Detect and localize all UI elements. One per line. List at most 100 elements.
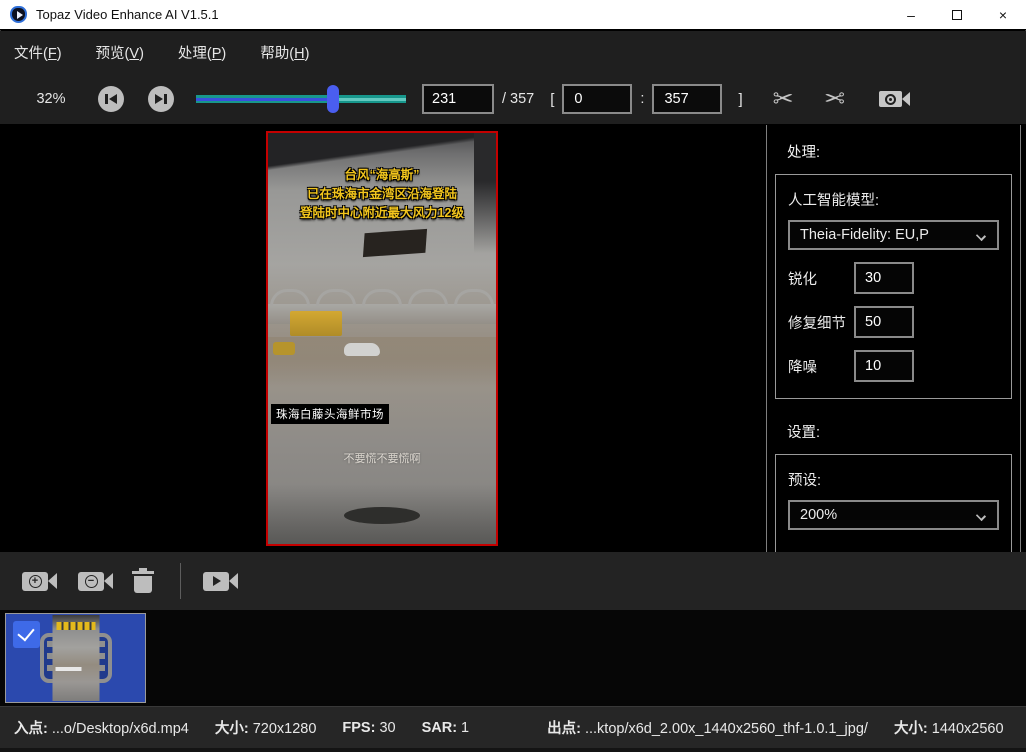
ai-model-groupbox: 人工智能模型: Theia-Fidelity: EU,P 锐化 修复细节 降噪	[775, 174, 1012, 399]
menu-help-key: H	[294, 46, 304, 62]
status-fps: FPS:30	[342, 720, 395, 736]
video-hanging-box	[363, 229, 427, 257]
caption-line-1: 台风“海高斯”	[268, 166, 496, 185]
minimize-button[interactable]: –	[888, 0, 934, 29]
preset-label: 预设:	[788, 469, 999, 490]
preview-camera-button[interactable]	[879, 91, 902, 107]
preset-groupbox: 预设: 200% 裁剪以填充帧	[775, 454, 1012, 552]
total-frames-label: / 357	[502, 91, 534, 107]
slider-remaining-line	[333, 98, 407, 101]
trim-out-scissors-icon[interactable]: ✂	[824, 87, 845, 112]
process-video-button[interactable]	[203, 572, 229, 591]
video-caption-top: 台风“海高斯” 已在珠海市金湾区沿海登陆 登陆时中心附近最大风力12级	[268, 166, 496, 222]
status-bar: 入点:...o/Desktop/x6d.mp4 大小:720x1280 FPS:…	[0, 706, 1026, 748]
menu-help[interactable]: 帮助(H)	[260, 42, 309, 63]
maximize-button[interactable]	[934, 0, 980, 29]
trim-in-scissors-icon[interactable]: ✂	[773, 87, 794, 112]
skip-to-end-icon	[155, 94, 167, 104]
app-window: Topaz Video Enhance AI V1.5.1 – × 文件(F) …	[0, 0, 1026, 752]
remove-video-button[interactable]: −	[78, 572, 104, 591]
video-caption-tag: 珠海白藤头海鲜市场	[271, 404, 389, 424]
caption-line-2: 已在珠海市金湾区沿海登陆	[268, 185, 496, 204]
toolbar: 32% / 357 [ : ] ✂ ✂	[0, 74, 1026, 124]
menu-preview[interactable]: 预览(V)	[96, 42, 144, 63]
eye-icon	[885, 94, 896, 105]
thumbnail-strip	[0, 610, 1026, 706]
menu-help-post: )	[305, 46, 310, 62]
timeline-slider[interactable]	[196, 86, 406, 112]
menu-file[interactable]: 文件(F)	[14, 42, 62, 63]
menu-file-post: )	[57, 46, 62, 62]
header: 文件(F) 预览(V) 处理(P) 帮助(H) 32% / 357 [ :	[0, 31, 1026, 124]
menu-preview-key: V	[129, 46, 139, 62]
thumbnail-checkbox[interactable]	[13, 621, 40, 648]
status-sar: SAR:1	[422, 720, 470, 736]
trim-start-input[interactable]	[562, 84, 632, 114]
status-out-size: 大小:1440x2560	[894, 717, 1004, 738]
menu-process-pre: 处理(	[178, 46, 212, 62]
status-in-point: 入点:...o/Desktop/x6d.mp4	[14, 717, 189, 738]
current-frame-input[interactable]	[422, 84, 494, 114]
ai-model-value: Theia-Fidelity: EU,P	[800, 227, 929, 243]
video-yellow-sign	[290, 311, 342, 336]
menu-process-post: )	[221, 46, 226, 62]
toolbar-divider	[180, 563, 181, 599]
remove-video-camera-icon: −	[78, 572, 104, 591]
zoom-level-label: 32%	[28, 91, 74, 107]
settings-heading: 设置:	[787, 421, 1020, 442]
process-video-camera-icon	[203, 572, 229, 591]
menu-help-pre: 帮助(	[260, 46, 294, 62]
batch-toolbar: + −	[0, 552, 1026, 610]
sharpen-input[interactable]	[854, 262, 914, 294]
chevron-down-icon	[976, 231, 986, 241]
menu-bar: 文件(F) 预览(V) 处理(P) 帮助(H)	[0, 31, 1026, 74]
video-preview[interactable]: 台风“海高斯” 已在珠海市金湾区沿海登陆 登陆时中心附近最大风力12级 珠海白藤…	[266, 131, 498, 546]
caption-line-3: 登陆时中心附近最大风力12级	[268, 204, 496, 223]
chevron-down-icon	[976, 511, 986, 521]
ai-model-label: 人工智能模型:	[788, 189, 999, 210]
slider-handle[interactable]	[327, 85, 339, 113]
trim-bracket-open: [	[550, 91, 554, 108]
window-bottom-edge	[0, 748, 1026, 752]
close-button[interactable]: ×	[980, 0, 1026, 29]
title-bar: Topaz Video Enhance AI V1.5.1 – ×	[0, 0, 1026, 30]
slider-progress-line	[196, 98, 333, 101]
restore-detail-label: 修复细节	[788, 312, 854, 333]
processing-heading: 处理:	[787, 141, 1020, 162]
skip-to-start-button[interactable]	[98, 86, 124, 112]
preview-camera-icon	[879, 91, 902, 107]
video-thumbnail-image	[52, 615, 99, 701]
window-title: Topaz Video Enhance AI V1.5.1	[36, 7, 219, 22]
delete-button[interactable]	[132, 569, 154, 593]
restore-detail-input[interactable]	[854, 306, 914, 338]
denoise-label: 降噪	[788, 356, 854, 377]
preset-dropdown[interactable]: 200%	[788, 500, 999, 530]
menu-process-key: P	[212, 46, 222, 62]
trim-colon: :	[640, 91, 644, 107]
denoise-input[interactable]	[854, 350, 914, 382]
menu-file-pre: 文件(	[14, 46, 48, 62]
video-bottom-shade	[268, 484, 496, 544]
settings-panel: 处理: 人工智能模型: Theia-Fidelity: EU,P 锐化 修复细节…	[766, 125, 1021, 552]
menu-preview-post: )	[139, 46, 144, 62]
menu-process[interactable]: 处理(P)	[178, 42, 226, 63]
app-logo-icon	[10, 6, 27, 23]
menu-preview-pre: 预览(	[96, 46, 130, 62]
status-out-point: 出点:...ktop/x6d_2.00x_1440x2560_thf-1.0.1…	[547, 717, 868, 738]
video-yellow-object	[273, 342, 295, 355]
status-in-size: 大小:720x1280	[215, 717, 317, 738]
skip-to-end-button[interactable]	[148, 86, 174, 112]
trim-end-input[interactable]	[652, 84, 722, 114]
add-video-camera-icon: +	[22, 572, 48, 591]
main-preview-area: 台风“海高斯” 已在珠海市金湾区沿海登陆 登陆时中心附近最大风力12级 珠海白藤…	[0, 124, 1026, 552]
video-caption-low: 不要慌不要慌啊	[268, 450, 496, 466]
trim-bracket-close: ]	[738, 91, 742, 108]
add-video-button[interactable]: +	[22, 572, 48, 591]
video-thumbnail-tile[interactable]	[5, 613, 146, 703]
ai-model-dropdown[interactable]: Theia-Fidelity: EU,P	[788, 220, 999, 250]
video-flood-water	[268, 337, 496, 385]
menu-file-key: F	[48, 46, 57, 62]
maximize-icon	[952, 10, 962, 20]
sharpen-label: 锐化	[788, 268, 854, 289]
video-car	[344, 343, 380, 356]
